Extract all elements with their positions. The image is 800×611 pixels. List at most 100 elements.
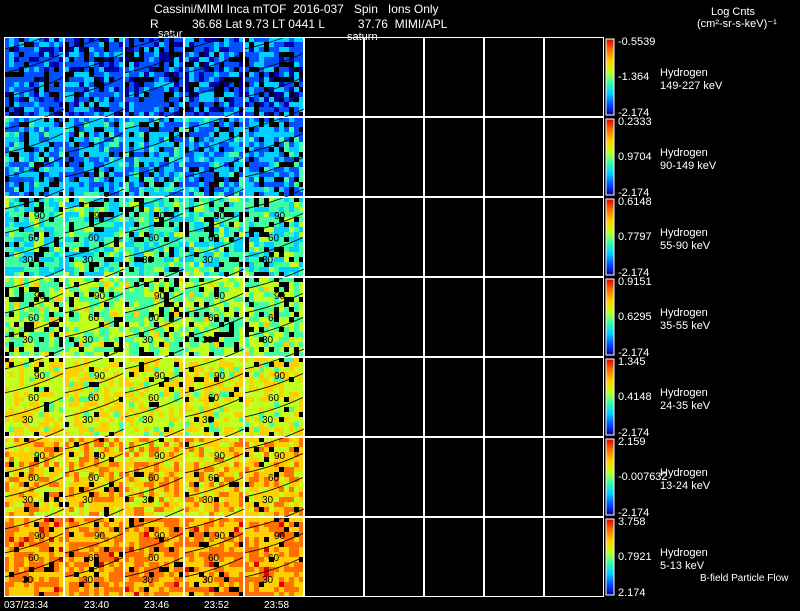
grid-cell-border	[425, 38, 484, 117]
heatmap-cell-panel-4-col-1: 906030	[64, 349, 124, 437]
contour-label: 60	[268, 473, 280, 484]
contour-label: 90	[154, 211, 166, 222]
contour-label: 90	[274, 451, 286, 462]
grid-cell-border	[365, 518, 424, 597]
energy-label: 55-90 keV	[660, 240, 710, 253]
colorbar	[606, 39, 614, 115]
grid-cell-border	[485, 438, 544, 517]
species-label: Hydrogen	[660, 147, 708, 160]
contour-label: 90	[214, 371, 226, 382]
colorbar-max-label: 0.9151	[618, 276, 652, 288]
heatmap-cell-panel-4-col-4: 906030	[244, 349, 304, 437]
colorbar-mid-label: 0.7921	[618, 551, 652, 563]
contour-label: 30	[82, 575, 94, 586]
species-label: Hydrogen	[660, 307, 708, 320]
contour-label: 90	[154, 451, 166, 462]
contour-label: 90	[94, 291, 106, 302]
contour-label: 60	[208, 393, 220, 404]
contour-label: 90	[34, 211, 46, 222]
colorbar-max-label: 3.758	[618, 516, 646, 528]
grid-cell-border	[485, 518, 544, 597]
contour-label: 30	[22, 415, 34, 426]
grid-cell-border	[305, 38, 364, 117]
heatmap-cell-panel-3-col-2: 906030	[124, 269, 184, 357]
grid-cell-border	[485, 278, 544, 357]
heatmap-cell-panel-1-col-4	[244, 109, 304, 197]
contour-label: 60	[88, 553, 100, 564]
colorbar-max-label: -0.5539	[618, 36, 655, 48]
grid-cell-border	[545, 278, 604, 357]
contour-label: 60	[148, 313, 160, 324]
grid-cell-border	[365, 278, 424, 357]
x-tick-label: 23:46	[144, 600, 169, 611]
contour-label: 90	[34, 531, 46, 542]
grid-cell-border	[485, 358, 544, 437]
heatmap-cell-panel-4-col-0: 906030	[4, 349, 64, 437]
grid-cell-border	[425, 358, 484, 437]
heatmap-cell-panel-0-col-3	[184, 29, 244, 117]
grid-cell-border	[545, 198, 604, 277]
colorbar-max-label: 0.2333	[618, 116, 652, 128]
contour-label: 60	[148, 393, 160, 404]
contour-label: 60	[148, 233, 160, 244]
colorbar	[606, 519, 614, 595]
contour-label: 30	[142, 255, 154, 266]
grid-cell-border	[305, 278, 364, 357]
grid-cell-border	[305, 438, 364, 517]
heatmap-cell-panel-1-col-0	[4, 109, 64, 197]
heatmap-cell-panel-0-col-1	[64, 29, 124, 117]
grid-cell-border	[485, 38, 544, 117]
contour-label: 30	[22, 255, 34, 266]
grid-cell-border	[545, 358, 604, 437]
contour-label: 30	[202, 335, 214, 346]
colorbar-mid-label: 0.6295	[618, 311, 652, 323]
grid-cell-border	[485, 198, 544, 277]
contour-label: 60	[268, 553, 280, 564]
colorbar-mid-label: -1.364	[618, 71, 649, 83]
grid-cell-border	[485, 118, 544, 197]
contour-label: 30	[22, 495, 34, 506]
contour-label: 90	[214, 291, 226, 302]
species-label: Hydrogen	[660, 467, 708, 480]
colorbar	[606, 439, 614, 515]
colorbar	[606, 199, 614, 275]
heatmap-cell-panel-3-col-4: 906030	[244, 269, 304, 357]
heatmap-cell-panel-2-col-1: 906030	[64, 189, 124, 277]
colorbar	[606, 359, 614, 435]
energy-label: 35-55 keV	[660, 320, 710, 333]
contour-label: 90	[34, 291, 46, 302]
energy-label: 5-13 keV	[660, 560, 704, 573]
grid-cell-border	[425, 518, 484, 597]
grid-cell-border	[545, 38, 604, 117]
species-label: Hydrogen	[660, 227, 708, 240]
heatmap-cell-panel-0-col-4	[244, 29, 304, 117]
grid-cell-border	[425, 278, 484, 357]
species-label: Hydrogen	[660, 387, 708, 400]
contour-label: 60	[268, 393, 280, 404]
contour-label: 90	[274, 211, 286, 222]
contour-label: 60	[28, 393, 40, 404]
colorbar	[606, 279, 614, 355]
bfield-label: B-field Particle Flow	[700, 572, 788, 585]
heatmap-cell-panel-6-col-0: 906030	[4, 509, 64, 597]
heatmap-cell-panel-3-col-0: 906030	[4, 269, 64, 357]
heatmap-cell-panel-2-col-4: 906030	[244, 189, 304, 277]
contour-label: 60	[148, 553, 160, 564]
grid-cell-border	[545, 118, 604, 197]
contour-label: 60	[28, 313, 40, 324]
contour-label: 60	[88, 393, 100, 404]
contour-label: 30	[82, 335, 94, 346]
contour-label: 30	[142, 335, 154, 346]
contour-label: 90	[274, 531, 286, 542]
x-tick-label: 037/23:34	[4, 600, 49, 611]
species-label: Hydrogen	[660, 67, 708, 80]
contour-label: 30	[142, 575, 154, 586]
colorbar-mid-label: 0.7797	[618, 231, 652, 243]
contour-label: 90	[94, 451, 106, 462]
contour-label: 30	[202, 495, 214, 506]
grid-cell-border	[365, 358, 424, 437]
contour-label: 60	[28, 473, 40, 484]
colorbar-max-label: 0.6148	[618, 196, 652, 208]
grid-cell-border	[365, 198, 424, 277]
contour-label: 60	[88, 473, 100, 484]
